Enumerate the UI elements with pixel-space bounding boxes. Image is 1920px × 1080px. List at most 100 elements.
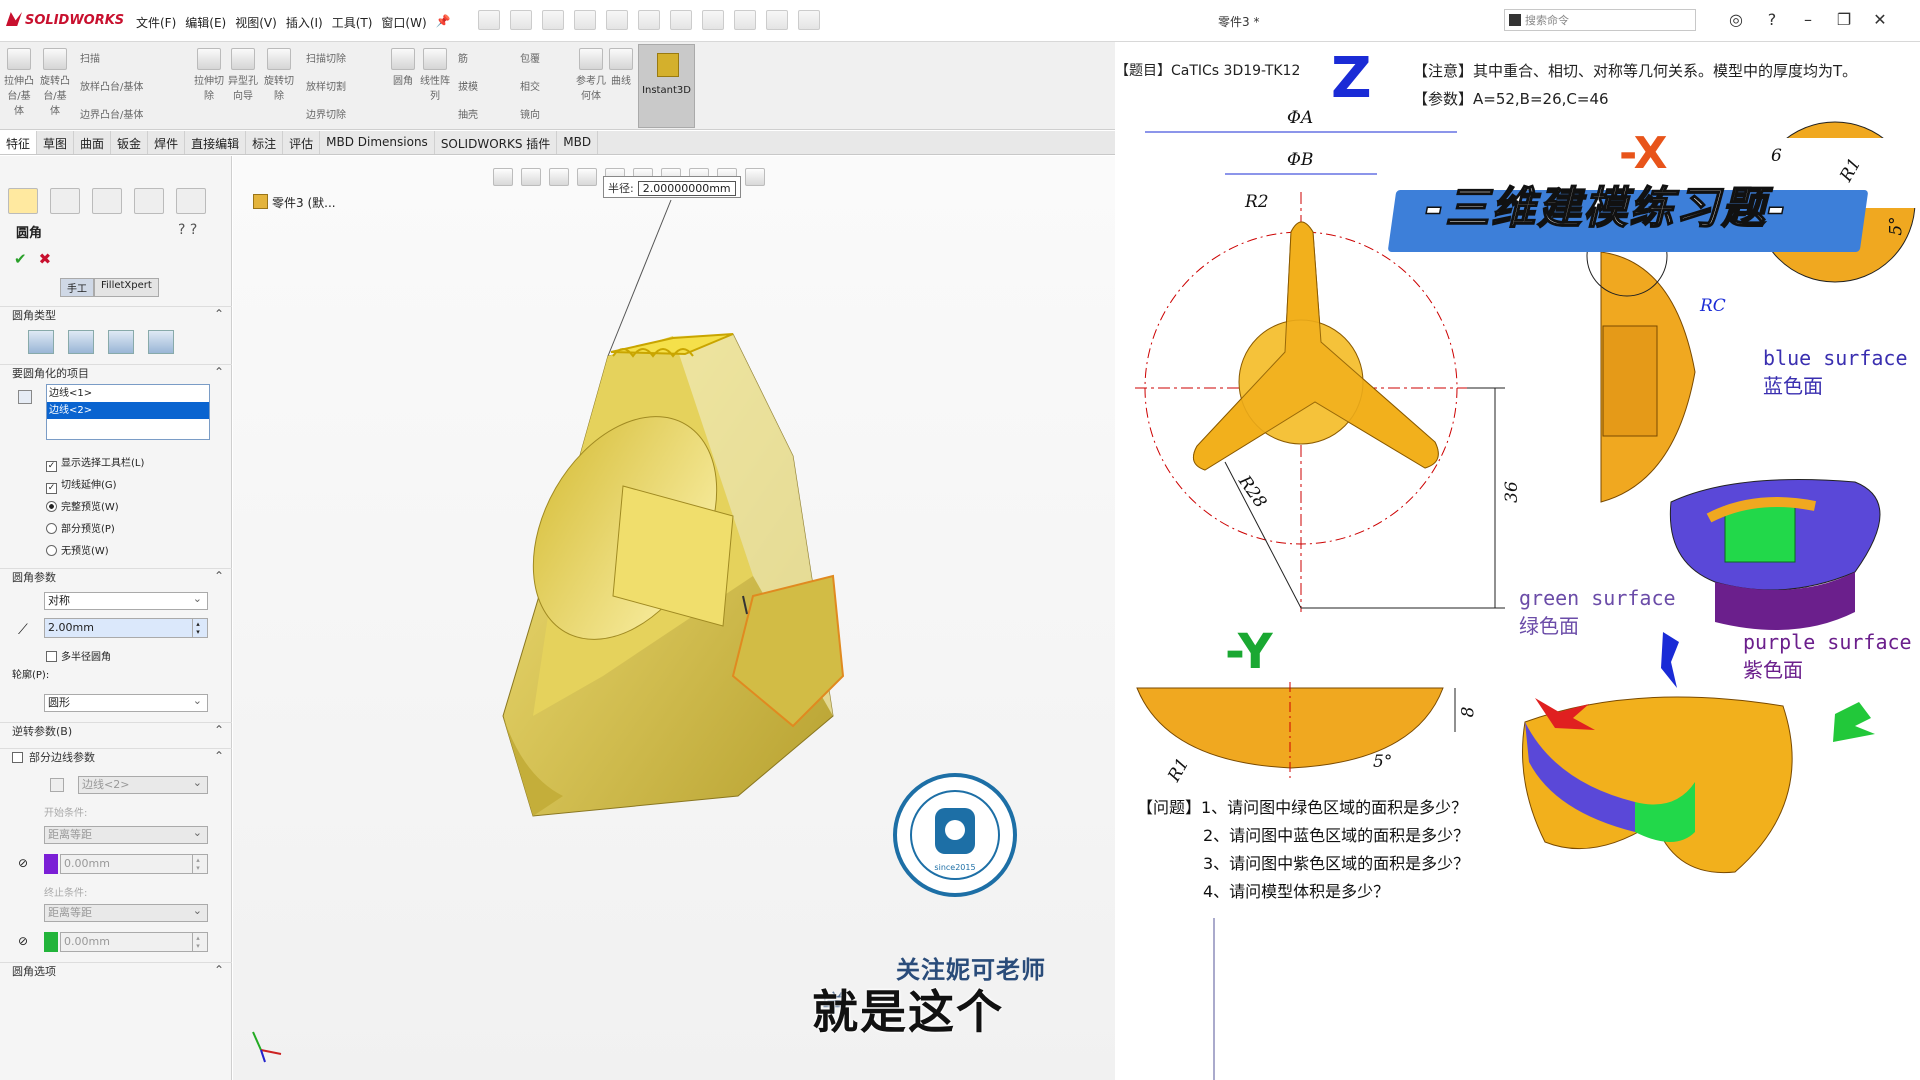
hole-wizard-button[interactable]: 异型孔向导: [228, 48, 258, 102]
configuration-manager-icon[interactable]: [92, 188, 122, 214]
start-distance-input[interactable]: 0.00mm: [60, 854, 208, 874]
partial-edge-field[interactable]: 边线<2>: [78, 775, 208, 794]
sweep-cut-button[interactable]: 扫描切除: [306, 50, 386, 65]
face-fillet-icon[interactable]: [108, 330, 134, 354]
revolve-cut-button[interactable]: 旋转切除: [264, 48, 294, 102]
shell-button[interactable]: 抽壳: [458, 106, 508, 121]
dim-36: 36: [1501, 481, 1522, 503]
variable-size-fillet-icon[interactable]: [68, 330, 94, 354]
user-icon[interactable]: ◎: [1718, 10, 1754, 29]
extrude-cut-button[interactable]: 拉伸切除: [194, 48, 224, 102]
undo-icon[interactable]: [638, 10, 660, 30]
tab-filletxpert[interactable]: FilletXpert: [94, 278, 159, 297]
radius-input[interactable]: 2.00mm: [44, 618, 208, 638]
revolve-boss-button[interactable]: 旋转凸台/基体: [40, 48, 70, 117]
section-fillet-parameters[interactable]: 圆角参数: [0, 568, 232, 586]
redo-icon[interactable]: [670, 10, 692, 30]
tab-mbd-dimensions[interactable]: MBD Dimensions: [320, 131, 435, 154]
section-partial-edge-parameters[interactable]: 部分边线参数: [0, 748, 232, 766]
tab-sketch[interactable]: 草图: [37, 131, 75, 154]
search-commands-input[interactable]: 搜索命令: [1504, 9, 1696, 31]
file-properties-icon[interactable]: [766, 10, 788, 30]
open-icon[interactable]: [542, 10, 564, 30]
list-item[interactable]: 边线<2>: [47, 402, 209, 419]
constant-size-fillet-icon[interactable]: [28, 330, 54, 354]
graphics-area[interactable]: 零件3 (默... 半径: 2.00000000mm: [233, 156, 1115, 1080]
tab-weldments[interactable]: 焊件: [148, 131, 186, 154]
draft-button[interactable]: 拔模: [458, 78, 508, 93]
property-manager-icon[interactable]: [50, 188, 80, 214]
full-preview-radio[interactable]: 完整预览(W): [46, 498, 119, 513]
instant3d-button[interactable]: Instant3D: [638, 44, 695, 128]
boundary-boss-button[interactable]: 边界凸台/基体: [80, 106, 190, 121]
boundary-cut-button[interactable]: 边界切除: [306, 106, 386, 121]
new-document-icon[interactable]: [510, 10, 532, 30]
tab-evaluate[interactable]: 评估: [283, 131, 321, 154]
menu-insert[interactable]: 插入(I): [286, 14, 323, 31]
fillet-button[interactable]: 圆角: [388, 48, 418, 87]
app-logo[interactable]: SOLIDWORKS: [6, 12, 124, 28]
list-item[interactable]: 边线<1>: [47, 385, 209, 402]
help-icon[interactable]: ?: [1754, 10, 1790, 29]
cancel-x-icon[interactable]: ✖: [39, 250, 52, 268]
pin-icon[interactable]: 📌: [436, 14, 451, 31]
tangent-propagation-checkbox[interactable]: ✓ 切线延伸(G): [46, 476, 117, 494]
dimxpert-icon[interactable]: [134, 188, 164, 214]
tab-markup[interactable]: 标注: [246, 131, 284, 154]
menu-tools[interactable]: 工具(T): [332, 14, 373, 31]
section-items-to-fillet[interactable]: 要圆角化的项目: [0, 364, 232, 382]
select-icon[interactable]: [702, 10, 724, 30]
feature-manager-icon[interactable]: [8, 188, 38, 214]
menu-file[interactable]: 文件(F): [136, 14, 176, 31]
mirror-button[interactable]: 镜向: [520, 106, 570, 121]
menu-view[interactable]: 视图(V): [235, 14, 277, 31]
minimize-icon[interactable]: –: [1790, 10, 1826, 29]
display-manager-icon[interactable]: [176, 188, 206, 214]
loft-cut-button[interactable]: 放样切割: [306, 78, 386, 93]
loft-boss-button[interactable]: 放样凸台/基体: [80, 78, 190, 93]
start-offset-icon: ⊘: [18, 856, 29, 870]
tab-sheet-metal[interactable]: 钣金: [111, 131, 149, 154]
tab-manual[interactable]: 手工: [60, 278, 94, 297]
rebuild-icon[interactable]: [734, 10, 756, 30]
edge-selection-list[interactable]: 边线<1> 边线<2>: [46, 384, 210, 440]
end-offset-icon: ⊘: [18, 934, 29, 948]
start-condition-select[interactable]: 距离等距: [44, 825, 208, 844]
tab-features[interactable]: 特征: [0, 131, 38, 154]
blue-surface-label: blue surface 蓝色面: [1763, 346, 1908, 398]
show-selection-toolbar-checkbox[interactable]: ✓ 显示选择工具栏(L): [46, 454, 144, 472]
full-round-fillet-icon[interactable]: [148, 330, 174, 354]
help-icon[interactable]: ? ?: [178, 222, 197, 238]
extrude-boss-button[interactable]: 拉伸凸台/基体: [4, 48, 34, 117]
no-preview-radio[interactable]: 无预览(W): [46, 542, 109, 557]
rib-button[interactable]: 筋: [458, 50, 508, 65]
close-icon[interactable]: ✕: [1862, 10, 1898, 29]
menu-edit[interactable]: 编辑(E): [185, 14, 226, 31]
print-icon[interactable]: [606, 10, 628, 30]
end-condition-select[interactable]: 距离等距: [44, 903, 208, 922]
options-gear-icon[interactable]: [798, 10, 820, 30]
menu-window[interactable]: 窗口(W): [381, 14, 426, 31]
home-icon[interactable]: [478, 10, 500, 30]
end-distance-input[interactable]: 0.00mm: [60, 932, 208, 952]
linear-pattern-button[interactable]: 线性阵列: [420, 48, 450, 102]
intersect-button[interactable]: 相交: [520, 78, 570, 93]
section-fillet-options[interactable]: 圆角选项: [0, 962, 232, 980]
ok-checkmark-icon[interactable]: ✔: [14, 250, 27, 268]
multi-radius-checkbox[interactable]: 多半径圆角: [46, 648, 111, 663]
section-fillet-type[interactable]: 圆角类型: [0, 306, 232, 324]
tab-solidworks-addins[interactable]: SOLIDWORKS 插件: [435, 131, 558, 154]
tab-direct-editing[interactable]: 直接编辑: [185, 131, 247, 154]
tab-surfaces[interactable]: 曲面: [74, 131, 112, 154]
partial-preview-radio[interactable]: 部分预览(P): [46, 520, 115, 535]
wrap-button[interactable]: 包覆: [520, 50, 570, 65]
curves-button[interactable]: 曲线: [606, 48, 636, 87]
reference-geometry-button[interactable]: 参考几何体: [576, 48, 606, 102]
tab-mbd[interactable]: MBD: [557, 131, 599, 154]
sweep-button[interactable]: 扫描: [80, 50, 150, 65]
section-setback-parameters[interactable]: 逆转参数(B): [0, 722, 232, 740]
restore-icon[interactable]: ❐: [1826, 10, 1862, 29]
profile-select[interactable]: 圆形: [44, 693, 208, 712]
save-icon[interactable]: [574, 10, 596, 30]
fillet-method-select[interactable]: 对称: [44, 591, 208, 610]
